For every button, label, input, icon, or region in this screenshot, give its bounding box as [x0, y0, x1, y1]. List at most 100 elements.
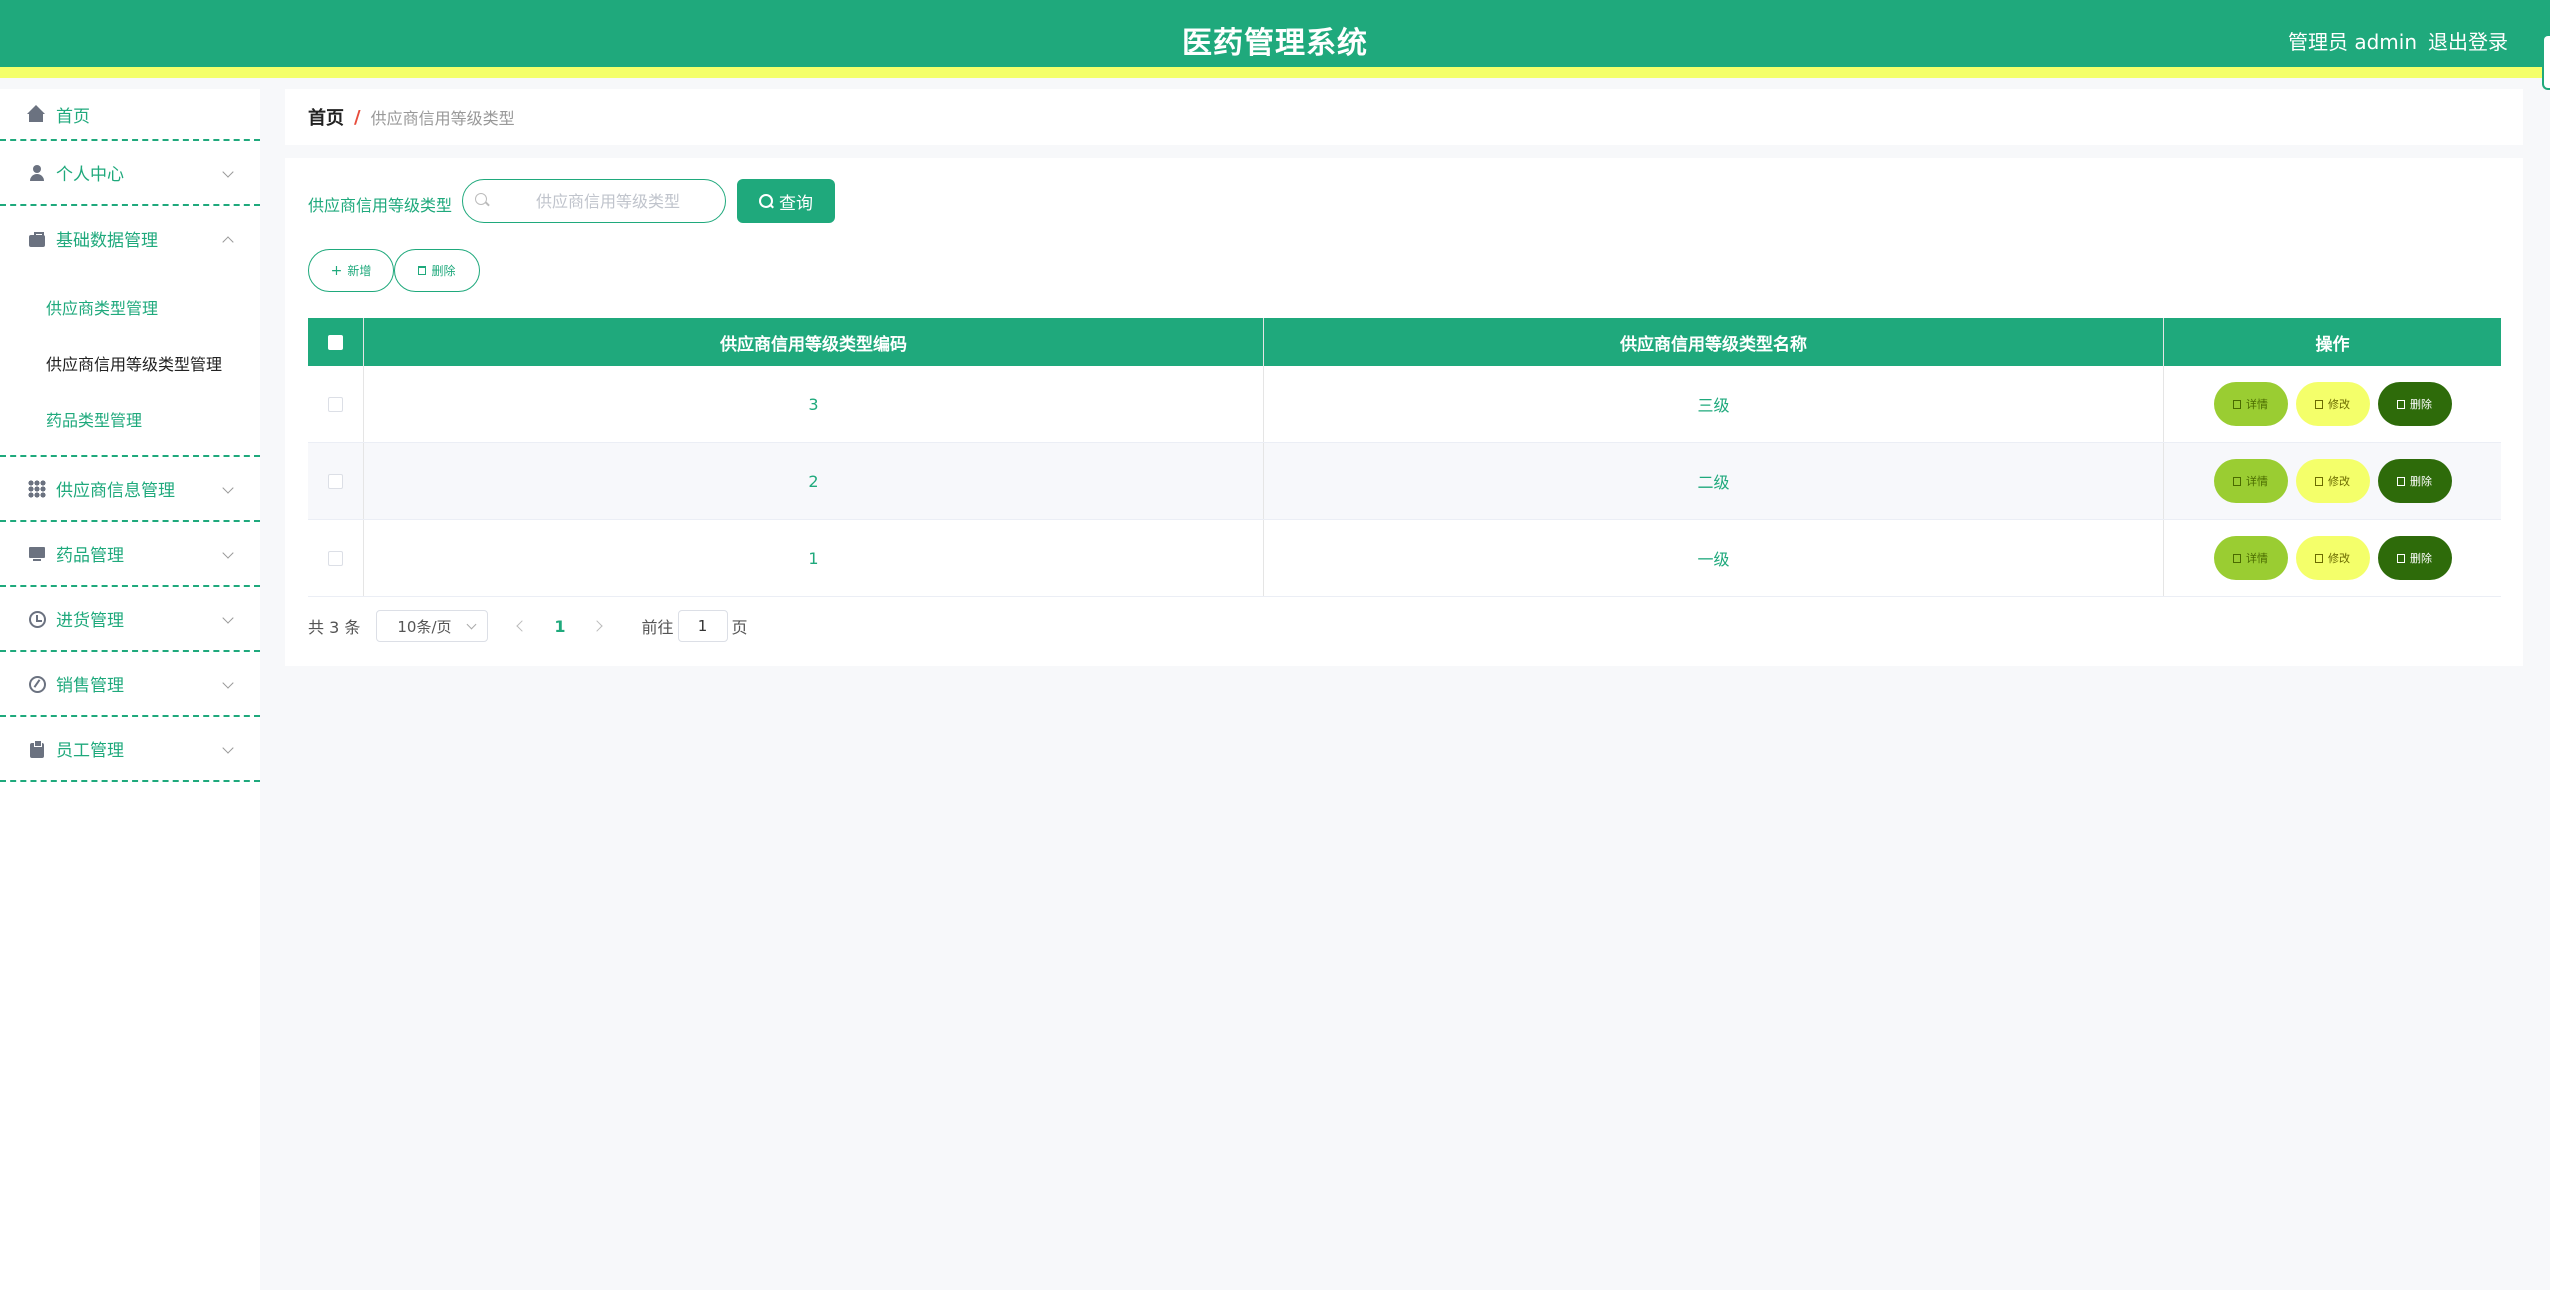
- chevron-down-icon: [222, 546, 234, 559]
- edit-label: 修改: [2328, 475, 2350, 488]
- sidebar-item-label: 供应商信息管理: [56, 481, 175, 501]
- sidebar-item-drugs[interactable]: 药品管理: [0, 522, 260, 587]
- cell-actions: 详情 修改 删除: [2164, 366, 2501, 442]
- chevron-up-icon: [222, 235, 234, 248]
- sidebar-item-supplier-info[interactable]: 供应商信息管理: [0, 457, 260, 522]
- cell-code: 1: [364, 520, 1264, 596]
- trash-icon: [2397, 476, 2405, 486]
- detail-label: 详情: [2246, 398, 2268, 411]
- search-label: 供应商信用等级类型: [308, 196, 453, 215]
- data-table: 供应商信用等级类型编码 供应商信用等级类型名称 操作 3 三级 详情 修改 删除…: [308, 318, 2501, 597]
- delete-button-label: 删除: [431, 264, 456, 278]
- sidebar-item-label: 销售管理: [56, 676, 124, 696]
- detail-label: 详情: [2246, 475, 2268, 488]
- main-panel: 供应商信用等级类型 查询 + 新增 删除 供应商信用等级类型编码 供应商信用等级…: [285, 158, 2523, 666]
- goto-page-input[interactable]: [677, 610, 728, 642]
- edit-icon: [2315, 553, 2323, 563]
- chevron-down-icon: [222, 676, 234, 689]
- sidebar-item-label: 员工管理: [56, 741, 124, 761]
- add-button-label: 新增: [347, 264, 372, 278]
- sidebar-subitem-credit-level[interactable]: 供应商信用等级类型管理: [0, 335, 260, 391]
- clock-icon: [28, 610, 46, 628]
- row-delete-button[interactable]: 删除: [2377, 459, 2452, 503]
- edit-button[interactable]: 修改: [2295, 536, 2370, 580]
- column-header-code[interactable]: 供应商信用等级类型编码: [364, 318, 1264, 366]
- compass-icon: [28, 675, 46, 693]
- detail-button[interactable]: 详情: [2213, 459, 2288, 503]
- edit-button[interactable]: 修改: [2295, 382, 2370, 426]
- page-size-select[interactable]: 10条/页: [376, 610, 489, 642]
- cell-code: 2: [364, 443, 1264, 519]
- search-field[interactable]: [462, 179, 726, 223]
- column-header-name[interactable]: 供应商信用等级类型名称: [1264, 318, 2164, 366]
- detail-label: 详情: [2246, 552, 2268, 565]
- sidebar-item-basic-data[interactable]: 基础数据管理: [0, 206, 260, 271]
- search-input[interactable]: [503, 180, 713, 222]
- delete-label: 删除: [2410, 552, 2432, 565]
- cell-code: 3: [364, 366, 1264, 442]
- edit-icon: [2315, 399, 2323, 409]
- next-page-button[interactable]: [592, 619, 606, 633]
- delete-label: 删除: [2410, 475, 2432, 488]
- query-button-label: 查询: [779, 193, 813, 214]
- app-title: 医药管理系统: [1182, 26, 1368, 61]
- grid-icon: [28, 479, 46, 498]
- sidebar-item-profile[interactable]: 个人中心: [0, 141, 260, 206]
- side-handle[interactable]: [2542, 34, 2550, 90]
- add-button[interactable]: + 新增: [308, 249, 394, 292]
- sidebar-subitem-supplier-type[interactable]: 供应商类型管理: [0, 279, 260, 335]
- prev-page-button[interactable]: [514, 619, 528, 633]
- row-checkbox[interactable]: [328, 550, 343, 566]
- user-icon: [28, 164, 46, 182]
- chevron-down-icon: [222, 165, 234, 178]
- detail-button[interactable]: 详情: [2213, 382, 2288, 426]
- sidebar-item-label: 个人中心: [56, 165, 124, 185]
- total-count: 共 3 条: [308, 618, 361, 637]
- cell-name: 三级: [1264, 366, 2164, 442]
- sidebar-item-label: 首页: [56, 106, 90, 127]
- query-button[interactable]: 查询: [737, 179, 835, 223]
- goto-label: 前往: [641, 618, 674, 637]
- sidebar-item-label: 进货管理: [56, 611, 124, 631]
- breadcrumb-home[interactable]: 首页: [308, 104, 344, 130]
- detail-button[interactable]: 详情: [2213, 536, 2288, 580]
- trash-icon: [2397, 553, 2405, 563]
- breadcrumb-current: 供应商信用等级类型: [370, 109, 515, 128]
- sidebar-item-label: 药品管理: [56, 546, 124, 566]
- sidebar-item-purchase[interactable]: 进货管理: [0, 587, 260, 652]
- trash-icon: [2397, 399, 2405, 409]
- logout-link[interactable]: 退出登录: [2428, 26, 2508, 55]
- sidebar-item-home[interactable]: 首页: [0, 89, 260, 141]
- submenu-basic-data: 供应商类型管理 供应商信用等级类型管理 药品类型管理: [0, 271, 260, 457]
- page-number[interactable]: 1: [554, 617, 565, 636]
- column-header-actions: 操作: [2315, 334, 2350, 355]
- cell-actions: 详情 修改 删除: [2164, 520, 2501, 596]
- current-user: 管理员 admin: [2288, 30, 2418, 54]
- briefcase-icon: [28, 230, 46, 248]
- batch-delete-button[interactable]: 删除: [394, 249, 480, 292]
- edit-button[interactable]: 修改: [2295, 459, 2370, 503]
- table-row: 2 二级 详情 修改 删除: [308, 443, 2501, 520]
- sidebar: 首页 个人中心 基础数据管理 供应商类型管理 供应商信用等级类型管理 药品类型管…: [0, 89, 260, 1290]
- row-delete-button[interactable]: 删除: [2377, 536, 2452, 580]
- document-icon: [2233, 399, 2241, 409]
- edit-label: 修改: [2328, 552, 2350, 565]
- sidebar-item-sales[interactable]: 销售管理: [0, 652, 260, 717]
- cell-name: 二级: [1264, 443, 2164, 519]
- row-checkbox[interactable]: [328, 396, 343, 412]
- document-icon: [2233, 476, 2241, 486]
- edit-icon: [2315, 476, 2323, 486]
- search-icon: [475, 193, 489, 207]
- page-size-value: 10条/页: [397, 617, 452, 636]
- cell-name: 一级: [1264, 520, 2164, 596]
- row-checkbox[interactable]: [328, 473, 343, 489]
- trash-icon: [418, 266, 427, 275]
- sidebar-item-staff[interactable]: 员工管理: [0, 717, 260, 782]
- chevron-down-icon: [222, 481, 234, 494]
- chevron-down-icon: [466, 619, 477, 630]
- select-all-checkbox[interactable]: [328, 334, 343, 350]
- row-delete-button[interactable]: 删除: [2377, 382, 2452, 426]
- sidebar-subitem-drug-type[interactable]: 药品类型管理: [0, 391, 260, 447]
- breadcrumb-separator: /: [354, 106, 361, 128]
- home-icon: [27, 105, 46, 123]
